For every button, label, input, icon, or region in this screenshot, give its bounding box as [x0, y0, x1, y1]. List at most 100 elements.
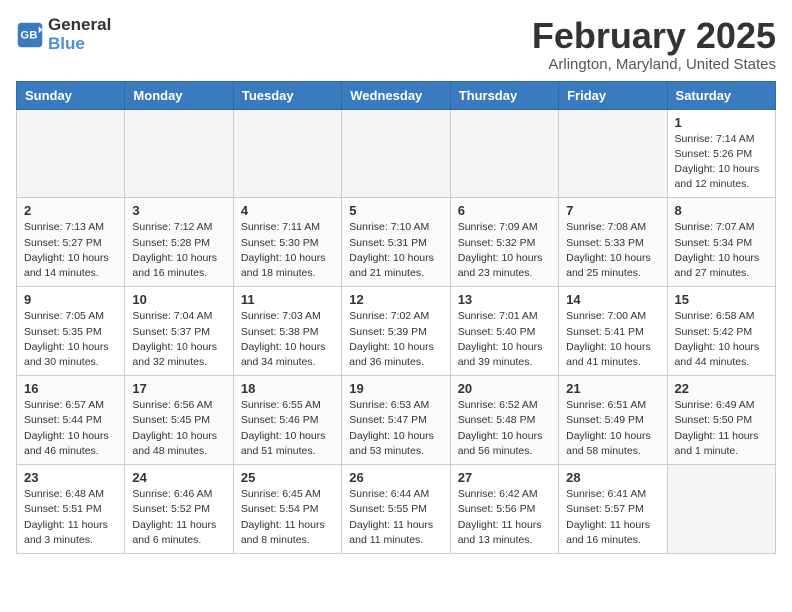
- day-info: Sunrise: 6:56 AMSunset: 5:45 PMDaylight:…: [132, 398, 225, 459]
- col-header-tuesday: Tuesday: [233, 81, 341, 109]
- svg-text:GB: GB: [20, 29, 37, 41]
- location: Arlington, Maryland, United States: [532, 56, 776, 73]
- calendar-cell: 26 Sunrise: 6:44 AMSunset: 5:55 PMDayligh…: [342, 465, 450, 554]
- calendar-cell: 16Sunrise: 6:57 AMSunset: 5:44 PMDayligh…: [17, 376, 125, 465]
- day-info: Sunrise: 7:04 AMSunset: 5:37 PMDaylight:…: [132, 309, 225, 370]
- calendar-cell: 24Sunrise: 6:46 AMSunset: 5:52 PMDayligh…: [125, 465, 233, 554]
- day-info: Sunrise: 7:05 AMSunset: 5:35 PMDaylight:…: [24, 309, 117, 370]
- day-number: 23: [24, 470, 117, 485]
- day-info: Sunrise: 7:02 AMSunset: 5:39 PMDaylight:…: [349, 309, 442, 370]
- day-number: 2: [24, 203, 117, 218]
- day-info: Sunrise: 7:08 AMSunset: 5:33 PMDaylight:…: [566, 220, 659, 281]
- day-info: Sunrise: 6:52 AMSunset: 5:48 PMDaylight:…: [458, 398, 551, 459]
- calendar-cell: [342, 109, 450, 198]
- calendar-cell: 5 Sunrise: 7:10 AMSunset: 5:31 PMDaylight…: [342, 198, 450, 287]
- week-row-3: 9 Sunrise: 7:05 AMSunset: 5:35 PMDaylight…: [17, 287, 776, 376]
- logo: GB General Blue: [16, 16, 111, 53]
- calendar-cell: 13Sunrise: 7:01 AMSunset: 5:40 PMDayligh…: [450, 287, 558, 376]
- calendar-cell: 17 Sunrise: 6:56 AMSunset: 5:45 PMDayligh…: [125, 376, 233, 465]
- day-number: 14: [566, 292, 659, 307]
- day-info: Sunrise: 7:10 AMSunset: 5:31 PMDaylight:…: [349, 220, 442, 281]
- day-info: Sunrise: 7:12 AMSunset: 5:28 PMDaylight:…: [132, 220, 225, 281]
- day-number: 13: [458, 292, 551, 307]
- calendar-cell: 12 Sunrise: 7:02 AMSunset: 5:39 PMDayligh…: [342, 287, 450, 376]
- day-number: 18: [241, 381, 334, 396]
- day-number: 20: [458, 381, 551, 396]
- day-number: 9: [24, 292, 117, 307]
- calendar-cell: [559, 109, 667, 198]
- calendar: SundayMondayTuesdayWednesdayThursdayFrid…: [16, 81, 776, 554]
- day-number: 25: [241, 470, 334, 485]
- day-number: 3: [132, 203, 225, 218]
- calendar-cell: [450, 109, 558, 198]
- calendar-cell: 10 Sunrise: 7:04 AMSunset: 5:37 PMDayligh…: [125, 287, 233, 376]
- day-number: 11: [241, 292, 334, 307]
- month-title: February 2025: [532, 16, 776, 56]
- day-number: 7: [566, 203, 659, 218]
- day-info: Sunrise: 7:03 AMSunset: 5:38 PMDaylight:…: [241, 309, 334, 370]
- day-info: Sunrise: 6:42 AMSunset: 5:56 PMDaylight:…: [458, 487, 551, 548]
- day-number: 24: [132, 470, 225, 485]
- col-header-saturday: Saturday: [667, 81, 775, 109]
- col-header-monday: Monday: [125, 81, 233, 109]
- calendar-cell: [17, 109, 125, 198]
- calendar-cell: 15 Sunrise: 6:58 AMSunset: 5:42 PMDayligh…: [667, 287, 775, 376]
- calendar-cell: 4 Sunrise: 7:11 AMSunset: 5:30 PMDaylight…: [233, 198, 341, 287]
- calendar-cell: 11 Sunrise: 7:03 AMSunset: 5:38 PMDayligh…: [233, 287, 341, 376]
- day-number: 22: [675, 381, 768, 396]
- logo-icon: GB: [16, 21, 44, 49]
- day-info: Sunrise: 6:41 AMSunset: 5:57 PMDaylight:…: [566, 487, 659, 548]
- col-header-thursday: Thursday: [450, 81, 558, 109]
- day-info: Sunrise: 7:14 AMSunset: 5:26 PMDaylight:…: [675, 132, 768, 193]
- calendar-cell: 23 Sunrise: 6:48 AMSunset: 5:51 PMDayligh…: [17, 465, 125, 554]
- day-info: Sunrise: 6:57 AMSunset: 5:44 PMDaylight:…: [24, 398, 117, 459]
- day-info: Sunrise: 6:45 AMSunset: 5:54 PMDaylight:…: [241, 487, 334, 548]
- calendar-cell: 21Sunrise: 6:51 AMSunset: 5:49 PMDayligh…: [559, 376, 667, 465]
- calendar-cell: 27 Sunrise: 6:42 AMSunset: 5:56 PMDayligh…: [450, 465, 558, 554]
- page-header: GB General Blue February 2025 Arlington,…: [16, 16, 776, 73]
- calendar-cell: 14 Sunrise: 7:00 AMSunset: 5:41 PMDayligh…: [559, 287, 667, 376]
- calendar-cell: [667, 465, 775, 554]
- calendar-cell: 28 Sunrise: 6:41 AMSunset: 5:57 PMDayligh…: [559, 465, 667, 554]
- day-number: 8: [675, 203, 768, 218]
- calendar-cell: 8 Sunrise: 7:07 AMSunset: 5:34 PMDaylight…: [667, 198, 775, 287]
- day-info: Sunrise: 7:00 AMSunset: 5:41 PMDaylight:…: [566, 309, 659, 370]
- col-header-friday: Friday: [559, 81, 667, 109]
- calendar-cell: 18 Sunrise: 6:55 AMSunset: 5:46 PMDayligh…: [233, 376, 341, 465]
- day-number: 12: [349, 292, 442, 307]
- calendar-cell: 7 Sunrise: 7:08 AMSunset: 5:33 PMDaylight…: [559, 198, 667, 287]
- calendar-header-row: SundayMondayTuesdayWednesdayThursdayFrid…: [17, 81, 776, 109]
- day-info: Sunrise: 6:48 AMSunset: 5:51 PMDaylight:…: [24, 487, 117, 548]
- calendar-cell: 25 Sunrise: 6:45 AMSunset: 5:54 PMDayligh…: [233, 465, 341, 554]
- logo-text: General Blue: [48, 16, 111, 53]
- col-header-wednesday: Wednesday: [342, 81, 450, 109]
- day-info: Sunrise: 6:58 AMSunset: 5:42 PMDaylight:…: [675, 309, 768, 370]
- day-number: 26: [349, 470, 442, 485]
- calendar-cell: 9 Sunrise: 7:05 AMSunset: 5:35 PMDaylight…: [17, 287, 125, 376]
- calendar-cell: 20 Sunrise: 6:52 AMSunset: 5:48 PMDayligh…: [450, 376, 558, 465]
- day-info: Sunrise: 6:51 AMSunset: 5:49 PMDaylight:…: [566, 398, 659, 459]
- calendar-cell: 3 Sunrise: 7:12 AMSunset: 5:28 PMDaylight…: [125, 198, 233, 287]
- day-info: Sunrise: 7:07 AMSunset: 5:34 PMDaylight:…: [675, 220, 768, 281]
- day-number: 4: [241, 203, 334, 218]
- day-number: 17: [132, 381, 225, 396]
- day-number: 6: [458, 203, 551, 218]
- day-number: 15: [675, 292, 768, 307]
- calendar-cell: [125, 109, 233, 198]
- day-number: 19: [349, 381, 442, 396]
- day-number: 28: [566, 470, 659, 485]
- calendar-cell: 2Sunrise: 7:13 AMSunset: 5:27 PMDaylight…: [17, 198, 125, 287]
- calendar-cell: 1 Sunrise: 7:14 AMSunset: 5:26 PMDaylight…: [667, 109, 775, 198]
- day-info: Sunrise: 6:53 AMSunset: 5:47 PMDaylight:…: [349, 398, 442, 459]
- day-info: Sunrise: 6:44 AMSunset: 5:55 PMDaylight:…: [349, 487, 442, 548]
- day-number: 5: [349, 203, 442, 218]
- day-info: Sunrise: 7:11 AMSunset: 5:30 PMDaylight:…: [241, 220, 334, 281]
- calendar-cell: 22Sunrise: 6:49 AMSunset: 5:50 PMDayligh…: [667, 376, 775, 465]
- day-number: 10: [132, 292, 225, 307]
- calendar-cell: 6Sunrise: 7:09 AMSunset: 5:32 PMDaylight…: [450, 198, 558, 287]
- day-number: 27: [458, 470, 551, 485]
- day-number: 1: [675, 115, 768, 130]
- calendar-cell: 19 Sunrise: 6:53 AMSunset: 5:47 PMDayligh…: [342, 376, 450, 465]
- week-row-4: 16Sunrise: 6:57 AMSunset: 5:44 PMDayligh…: [17, 376, 776, 465]
- day-info: Sunrise: 6:55 AMSunset: 5:46 PMDaylight:…: [241, 398, 334, 459]
